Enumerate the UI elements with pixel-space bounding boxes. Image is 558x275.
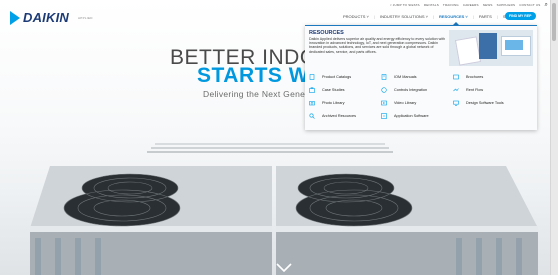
- controls-icon: [381, 87, 387, 93]
- utility-link-training[interactable]: Training: [443, 3, 459, 7]
- link-case-studies[interactable]: Case Studies: [309, 85, 381, 96]
- search-icon[interactable]: ⌕: [544, 2, 548, 8]
- utility-link-jump[interactable]: < Jump to Siesta: [390, 3, 420, 7]
- link-label: Controls Integration: [394, 88, 428, 93]
- link-rent-flow[interactable]: Rent Flow: [453, 85, 535, 96]
- link-iom-manuals[interactable]: IOM Manuals: [381, 72, 453, 83]
- nav-item-industry-solutions[interactable]: Industry Solutions ˅: [380, 14, 428, 19]
- catalog-icon: [309, 74, 315, 81]
- case-study-icon: [309, 87, 315, 94]
- nav-item-resources[interactable]: Resources ˅: [439, 14, 468, 19]
- archive-icon: [309, 113, 315, 119]
- link-application-software[interactable]: Application Software: [381, 111, 453, 122]
- nav-divider: |: [373, 14, 375, 19]
- manual-icon: [381, 74, 387, 81]
- daikin-logo[interactable]: DAIKIN APPLIED: [10, 10, 93, 25]
- scroll-down-chevron-icon[interactable]: [275, 260, 293, 273]
- link-label: Brochures: [466, 75, 484, 80]
- condenser-unit-right: [276, 148, 538, 275]
- link-label: Rent Flow: [466, 88, 484, 93]
- link-label: Archived Resources: [322, 114, 356, 119]
- logo-wordmark: DAIKIN: [23, 10, 69, 25]
- link-archived-resources[interactable]: Archived Resources: [309, 111, 381, 122]
- main-nav: Products ˅ | Industry Solutions ˅ | Reso…: [343, 14, 520, 19]
- link-label: Product Catalogs: [322, 75, 352, 80]
- application-icon: [381, 113, 387, 120]
- utility-link-suppliers[interactable]: Suppliers: [497, 3, 516, 7]
- nav-item-products[interactable]: Products ˅: [343, 14, 369, 19]
- brochure-icon: [453, 74, 459, 80]
- link-photo-library[interactable]: Photo Library: [309, 98, 381, 109]
- link-label: Photo Library: [322, 101, 345, 106]
- condenser-unit-left: [10, 148, 272, 275]
- utility-link-news[interactable]: News: [483, 3, 493, 7]
- utility-nav: < Jump to Siesta Rentals Training Career…: [390, 2, 548, 8]
- link-design-software-tools[interactable]: Design Software Tools: [453, 98, 535, 109]
- find-my-rep-button[interactable]: Find my rep: [505, 12, 536, 20]
- link-video-library[interactable]: Video Library: [381, 98, 453, 109]
- resource-links: Product Catalogs IOM Manuals Brochures C…: [309, 72, 535, 122]
- resources-image: [449, 30, 533, 66]
- link-controls-integration[interactable]: Controls Integration: [381, 85, 453, 96]
- utility-link-rentals[interactable]: Rentals: [424, 3, 439, 7]
- mega-menu-description: Daikin Applied delivers superior air qua…: [309, 37, 445, 54]
- link-brochures[interactable]: Brochures: [453, 72, 535, 83]
- photo-icon: [309, 100, 315, 106]
- rent-icon: [453, 87, 459, 93]
- utility-link-careers[interactable]: Careers: [463, 3, 479, 7]
- video-icon: [381, 100, 387, 106]
- nav-divider: |: [432, 14, 434, 19]
- logo-mark-icon: [10, 10, 20, 25]
- software-icon: [453, 100, 459, 106]
- logo-subtitle: APPLIED: [77, 15, 93, 20]
- link-label: Video Library: [394, 101, 417, 106]
- link-label: Application Software: [394, 114, 429, 119]
- nav-divider: |: [496, 14, 498, 19]
- nav-item-parts[interactable]: Parts: [479, 14, 492, 19]
- link-label: Case Studies: [322, 88, 345, 93]
- scrollbar-thumb[interactable]: [552, 3, 556, 41]
- link-product-catalogs[interactable]: Product Catalogs: [309, 72, 381, 83]
- link-label: IOM Manuals: [394, 75, 417, 80]
- utility-link-contact[interactable]: Contact Us: [519, 3, 540, 7]
- mega-menu-title: RESOURCES: [309, 30, 344, 36]
- page-scrollbar[interactable]: [550, 0, 558, 275]
- resources-mega-menu: RESOURCES Daikin Applied delivers superi…: [305, 25, 537, 130]
- link-label: Design Software Tools: [466, 101, 504, 106]
- nav-divider: |: [472, 14, 474, 19]
- hero-subheadline: Delivering the Next Genera: [203, 89, 314, 99]
